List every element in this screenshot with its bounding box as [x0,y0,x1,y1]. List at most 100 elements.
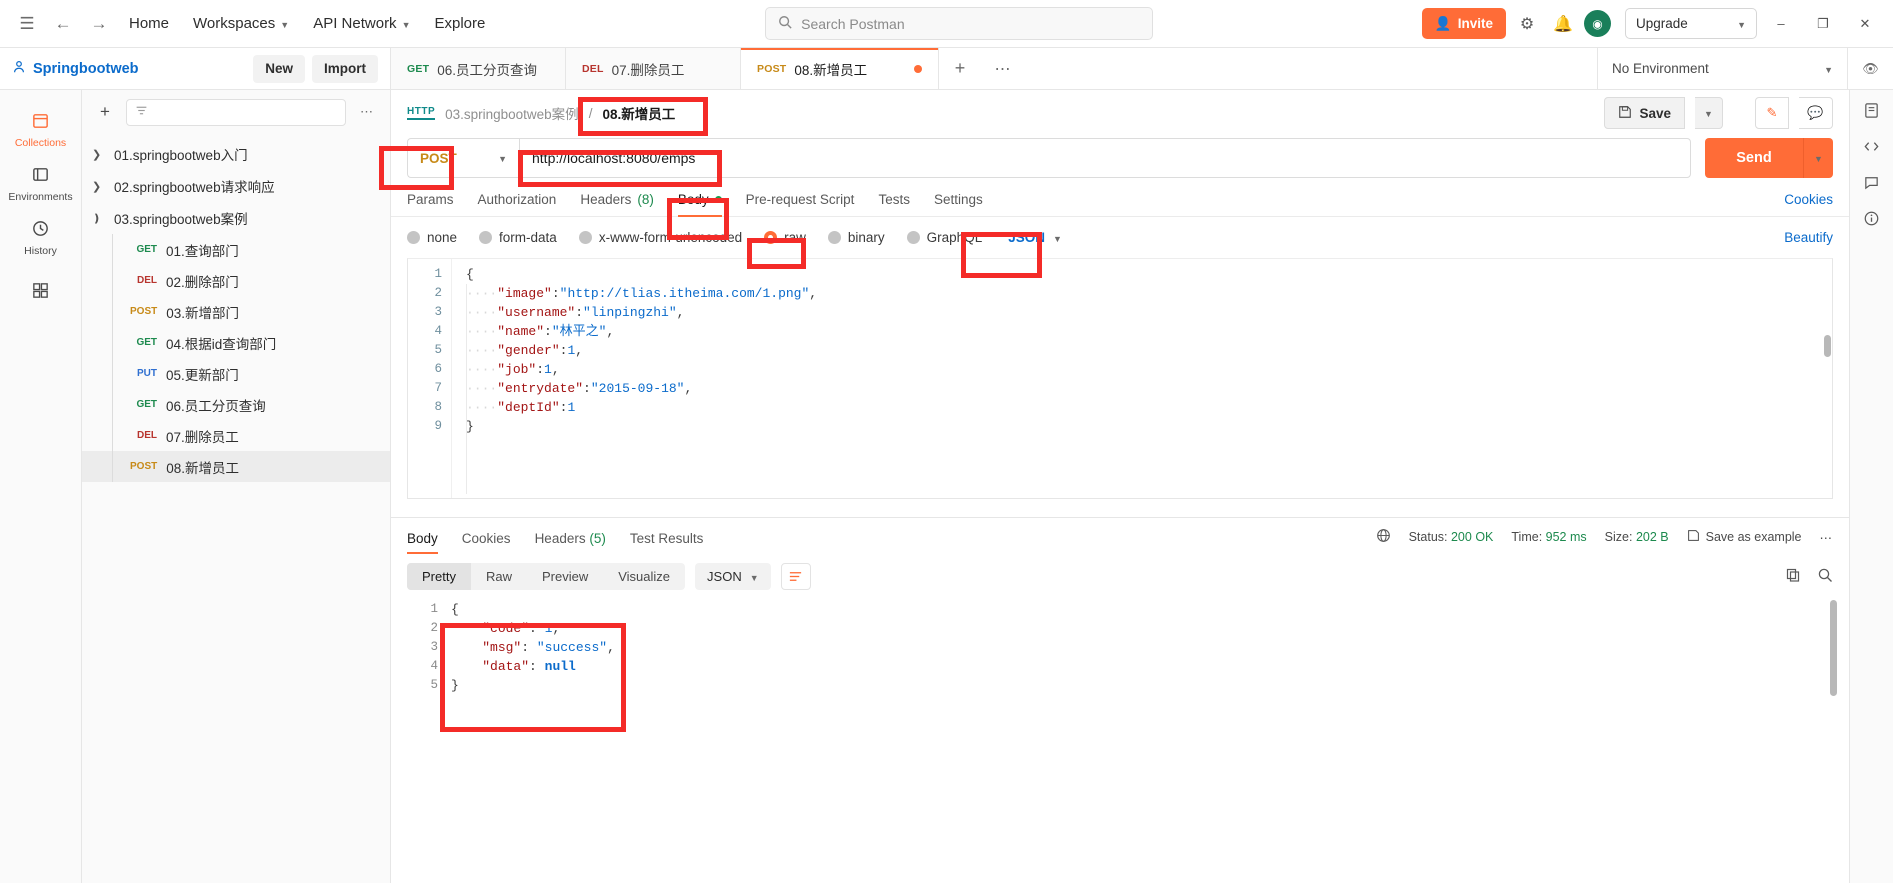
radio-raw[interactable]: raw [764,230,806,245]
collections-filter-input[interactable] [126,98,346,126]
response-tab-headers[interactable]: Headers (5) [523,521,618,554]
comments-icon[interactable] [1863,174,1880,194]
nav-home[interactable]: Home [118,8,180,40]
close-button[interactable]: ✕ [1847,9,1883,39]
code-snippet-icon[interactable] [1863,138,1880,158]
nav-workspaces[interactable]: Workspaces ▼ [182,8,300,40]
search-icon[interactable] [1817,567,1833,586]
gear-icon[interactable]: ⚙ [1512,9,1542,39]
nav-explore[interactable]: Explore [423,8,496,40]
request-item-08[interactable]: POST 08.新增员工 [82,451,390,482]
send-button[interactable]: Send [1705,138,1803,178]
folder-02[interactable]: ❯ 02.springbootweb请求响应 [82,170,390,202]
send-options-button[interactable]: ▼ [1803,138,1833,178]
breadcrumb-folder[interactable]: 03.springbootweb案例 [445,103,579,123]
request-item-06[interactable]: GET 06.员工分页查询 [82,389,390,420]
search-placeholder-text: Search Postman [801,15,905,32]
request-item-03[interactable]: POST 03.新增部门 [82,296,390,327]
request-item-04[interactable]: GET 04.根据id查询部门 [82,327,390,358]
response-scrollbar[interactable] [1830,600,1837,696]
page-title[interactable]: 08.新增员工 [602,103,675,123]
chevron-down-icon: ▼ [1052,233,1062,244]
minimize-button[interactable]: – [1763,9,1799,39]
raw-format-select[interactable]: JSON ▼ [1008,230,1062,245]
avatar[interactable]: ◉ [1584,10,1611,37]
comment-icon[interactable]: 💬 [1799,97,1833,129]
line-number: 4 [434,324,442,338]
tab-body[interactable]: Body [666,192,734,217]
tab-authorization[interactable]: Authorization [466,192,569,216]
tab-08[interactable]: POST 08.新增员工 [741,48,939,89]
request-item-02[interactable]: DEL 02.删除部门 [82,265,390,296]
radio-graphql[interactable]: GraphQL [906,230,982,245]
editor-code-area[interactable]: {····"image":"http://tlias.itheima.com/1… [452,259,1832,498]
new-tab-button[interactable]: + [939,48,981,89]
url-input[interactable]: http://localhost:8080/emps [519,138,1691,178]
workspace-header: Springbootweb New Import [0,48,391,89]
edit-pencil-icon[interactable]: ✎ [1755,97,1789,129]
sidebar-item-history[interactable]: History [6,212,76,263]
save-as-example-button[interactable]: Save as example [1687,529,1802,545]
wrap-lines-button[interactable] [780,563,811,590]
tab-07[interactable]: DEL 07.删除员工 [566,48,741,89]
sidebar-item-apps[interactable] [6,274,76,309]
request-item-07[interactable]: DEL 07.删除员工 [82,420,390,451]
beautify-button[interactable]: Beautify [1784,230,1833,245]
tab-tests[interactable]: Tests [866,192,922,216]
radio-binary[interactable]: binary [827,230,885,245]
tab-settings[interactable]: Settings [922,192,995,216]
forward-arrow-icon[interactable]: → [82,8,116,40]
breadcrumb-separator: / [588,105,593,121]
bell-icon[interactable]: 🔔 [1548,9,1578,39]
format-preview[interactable]: Preview [527,563,603,590]
menu-icon[interactable]: ☰ [10,8,44,40]
copy-icon[interactable] [1785,567,1801,586]
tab-headers-label: Headers [580,192,632,207]
http-method-select[interactable]: POST ▼ [407,138,519,178]
sidebar-item-environments[interactable]: Environments [6,158,76,209]
environment-quicklook-icon[interactable]: 👁 [1847,48,1893,89]
tab-options-icon[interactable]: ⋯ [981,48,1025,89]
tab-params[interactable]: Params [407,192,466,216]
response-format-segmented: Pretty Raw Preview Visualize [407,563,686,590]
format-visualize[interactable]: Visualize [603,563,685,590]
radio-none[interactable]: none [407,230,457,245]
editor-scrollbar[interactable] [1824,335,1831,357]
folder-03[interactable]: ❫ 03.springbootweb案例 [82,202,390,234]
format-pretty[interactable]: Pretty [407,563,471,590]
response-body-code[interactable]: 1 2 3 4 5 { "code": 1, "msg": "success", "da… [407,600,1837,696]
maximize-button[interactable]: ❐ [1805,9,1841,39]
save-button[interactable]: Save [1604,97,1685,129]
response-tab-body[interactable]: Body [407,521,450,554]
request-body-editor[interactable]: 1 2 3 4 5 6 7 8 9 {····"image":"http://tlias.ith… [407,258,1833,499]
response-format-type-select[interactable]: JSON ▼ [695,563,771,590]
format-raw[interactable]: Raw [471,563,527,590]
radio-form-data[interactable]: form-data [479,230,557,245]
tab-headers[interactable]: Headers (8) [568,192,666,216]
new-button[interactable]: New [253,54,305,83]
radio-urlencoded[interactable]: x-www-form-urlencoded [578,230,742,245]
invite-button[interactable]: 👤 Invite [1421,8,1506,39]
import-button[interactable]: Import [312,54,378,83]
tab-06[interactable]: GET 06.员工分页查询 [391,48,566,89]
environment-selector[interactable]: No Environment ▼ [1597,48,1847,89]
collections-options-icon[interactable]: ⋯ [354,99,380,125]
sidebar-item-collections[interactable]: Collections [6,104,76,155]
tab-pre-request-script[interactable]: Pre-request Script [734,192,867,216]
request-item-01[interactable]: GET 01.查询部门 [82,234,390,265]
save-options-button[interactable]: ▼ [1695,97,1723,129]
documentation-icon[interactable] [1863,102,1880,122]
response-tab-cookies[interactable]: Cookies [450,521,523,554]
upgrade-button[interactable]: Upgrade ▼ [1625,8,1757,39]
search-input[interactable]: Search Postman [765,7,1154,40]
workspace-name[interactable]: Springbootweb [33,61,139,77]
cookies-link[interactable]: Cookies [1784,192,1833,216]
request-item-05[interactable]: PUT 05.更新部门 [82,358,390,389]
add-collection-button[interactable]: + [92,99,118,125]
nav-api-network[interactable]: API Network ▼ [302,8,421,40]
back-arrow-icon[interactable]: ← [46,8,80,40]
response-options-icon[interactable]: ⋯ [1820,530,1834,545]
folder-01[interactable]: ❯ 01.springbootweb入门 [82,138,390,170]
response-tab-test-results[interactable]: Test Results [618,521,716,554]
info-icon[interactable] [1863,210,1880,230]
